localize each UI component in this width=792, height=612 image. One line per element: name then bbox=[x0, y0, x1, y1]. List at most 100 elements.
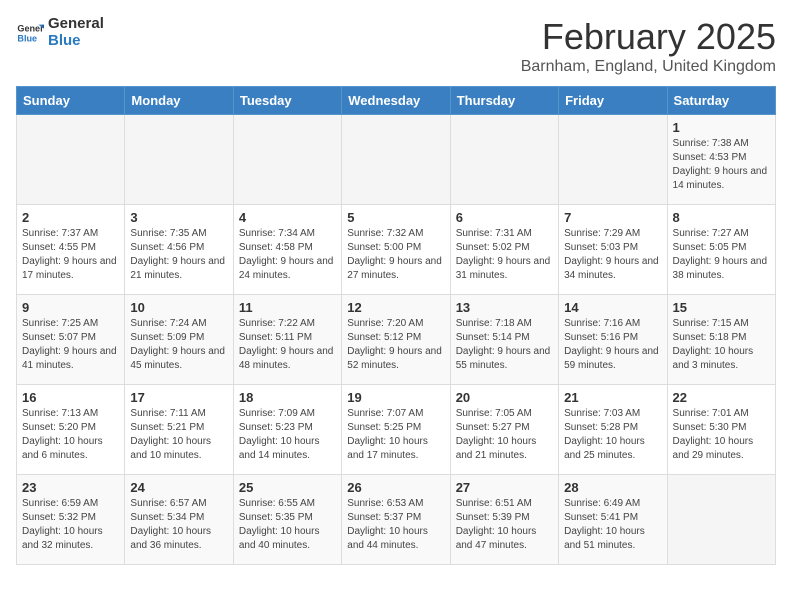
day-info: Sunrise: 7:13 AM Sunset: 5:20 PM Dayligh… bbox=[22, 407, 119, 463]
weekday-header-sunday: Sunday bbox=[17, 87, 125, 115]
page-header: General Blue General Blue February 2025 … bbox=[16, 16, 776, 76]
day-number: 16 bbox=[22, 390, 119, 405]
day-info: Sunrise: 7:09 AM Sunset: 5:23 PM Dayligh… bbox=[239, 407, 336, 463]
calendar-cell: 23 Sunrise: 6:59 AM Sunset: 5:32 PM Dayli… bbox=[17, 475, 125, 565]
day-info: Sunrise: 7:22 AM Sunset: 5:11 PM Dayligh… bbox=[239, 317, 336, 373]
day-info: Sunrise: 7:20 AM Sunset: 5:12 PM Dayligh… bbox=[347, 317, 444, 373]
weekday-header-monday: Monday bbox=[125, 87, 233, 115]
calendar-title: February 2025 bbox=[521, 16, 776, 58]
calendar-week-row: 2 Sunrise: 7:37 AM Sunset: 4:55 PM Daylig… bbox=[17, 205, 776, 295]
calendar-week-row: 16 Sunrise: 7:13 AM Sunset: 5:20 PM Dayli… bbox=[17, 385, 776, 475]
calendar-cell: 4 Sunrise: 7:34 AM Sunset: 4:58 PM Daylig… bbox=[233, 205, 341, 295]
day-number: 6 bbox=[456, 210, 553, 225]
day-number: 21 bbox=[564, 390, 661, 405]
calendar-cell: 20 Sunrise: 7:05 AM Sunset: 5:27 PM Dayli… bbox=[450, 385, 558, 475]
day-number: 23 bbox=[22, 480, 119, 495]
calendar-cell: 14 Sunrise: 7:16 AM Sunset: 5:16 PM Dayli… bbox=[559, 295, 667, 385]
day-info: Sunrise: 6:53 AM Sunset: 5:37 PM Dayligh… bbox=[347, 497, 444, 553]
day-number: 2 bbox=[22, 210, 119, 225]
day-info: Sunrise: 7:34 AM Sunset: 4:58 PM Dayligh… bbox=[239, 227, 336, 283]
day-info: Sunrise: 7:05 AM Sunset: 5:27 PM Dayligh… bbox=[456, 407, 553, 463]
day-number: 15 bbox=[673, 300, 770, 315]
day-number: 14 bbox=[564, 300, 661, 315]
day-info: Sunrise: 7:27 AM Sunset: 5:05 PM Dayligh… bbox=[673, 227, 770, 283]
calendar-cell: 22 Sunrise: 7:01 AM Sunset: 5:30 PM Dayli… bbox=[667, 385, 775, 475]
day-number: 1 bbox=[673, 120, 770, 135]
calendar-subtitle: Barnham, England, United Kingdom bbox=[521, 58, 776, 76]
day-number: 10 bbox=[130, 300, 227, 315]
calendar-cell: 19Sunrise: 7:07 AM Sunset: 5:25 PM Dayli… bbox=[342, 385, 450, 475]
calendar-cell: 15 Sunrise: 7:15 AM Sunset: 5:18 PM Dayli… bbox=[667, 295, 775, 385]
day-info: Sunrise: 6:55 AM Sunset: 5:35 PM Dayligh… bbox=[239, 497, 336, 553]
day-number: 11 bbox=[239, 300, 336, 315]
day-info: Sunrise: 7:32 AM Sunset: 5:00 PM Dayligh… bbox=[347, 227, 444, 283]
calendar-week-row: 1Sunrise: 7:38 AM Sunset: 4:53 PM Daylig… bbox=[17, 115, 776, 205]
day-number: 5 bbox=[347, 210, 444, 225]
day-info: Sunrise: 6:49 AM Sunset: 5:41 PM Dayligh… bbox=[564, 497, 661, 553]
day-info: Sunrise: 6:59 AM Sunset: 5:32 PM Dayligh… bbox=[22, 497, 119, 553]
calendar-cell: 27 Sunrise: 6:51 AM Sunset: 5:39 PM Dayli… bbox=[450, 475, 558, 565]
calendar-cell: 25 Sunrise: 6:55 AM Sunset: 5:35 PM Dayli… bbox=[233, 475, 341, 565]
day-number: 19 bbox=[347, 390, 444, 405]
calendar-cell: 11 Sunrise: 7:22 AM Sunset: 5:11 PM Dayli… bbox=[233, 295, 341, 385]
day-info: Sunrise: 7:03 AM Sunset: 5:28 PM Dayligh… bbox=[564, 407, 661, 463]
calendar-cell: 18 Sunrise: 7:09 AM Sunset: 5:23 PM Dayli… bbox=[233, 385, 341, 475]
calendar-cell: 6 Sunrise: 7:31 AM Sunset: 5:02 PM Daylig… bbox=[450, 205, 558, 295]
calendar-cell bbox=[342, 115, 450, 205]
day-number: 18 bbox=[239, 390, 336, 405]
day-number: 28 bbox=[564, 480, 661, 495]
calendar-cell bbox=[667, 475, 775, 565]
logo: General Blue General Blue bbox=[16, 16, 104, 49]
calendar-cell: 16 Sunrise: 7:13 AM Sunset: 5:20 PM Dayli… bbox=[17, 385, 125, 475]
day-info: Sunrise: 7:29 AM Sunset: 5:03 PM Dayligh… bbox=[564, 227, 661, 283]
day-info: Sunrise: 7:15 AM Sunset: 5:18 PM Dayligh… bbox=[673, 317, 770, 373]
day-number: 22 bbox=[673, 390, 770, 405]
day-info: Sunrise: 7:37 AM Sunset: 4:55 PM Dayligh… bbox=[22, 227, 119, 283]
weekday-header-saturday: Saturday bbox=[667, 87, 775, 115]
day-info: Sunrise: 7:25 AM Sunset: 5:07 PM Dayligh… bbox=[22, 317, 119, 373]
calendar-cell: 1Sunrise: 7:38 AM Sunset: 4:53 PM Daylig… bbox=[667, 115, 775, 205]
calendar-cell: 12 Sunrise: 7:20 AM Sunset: 5:12 PM Dayli… bbox=[342, 295, 450, 385]
calendar-week-row: 9 Sunrise: 7:25 AM Sunset: 5:07 PM Daylig… bbox=[17, 295, 776, 385]
calendar-cell: 13 Sunrise: 7:18 AM Sunset: 5:14 PM Dayli… bbox=[450, 295, 558, 385]
logo-general: General bbox=[48, 16, 104, 33]
calendar-cell bbox=[559, 115, 667, 205]
calendar-cell: 2 Sunrise: 7:37 AM Sunset: 4:55 PM Daylig… bbox=[17, 205, 125, 295]
weekday-header-wednesday: Wednesday bbox=[342, 87, 450, 115]
day-info: Sunrise: 7:35 AM Sunset: 4:56 PM Dayligh… bbox=[130, 227, 227, 283]
weekday-header-thursday: Thursday bbox=[450, 87, 558, 115]
day-number: 27 bbox=[456, 480, 553, 495]
day-info: Sunrise: 7:11 AM Sunset: 5:21 PM Dayligh… bbox=[130, 407, 227, 463]
day-info: Sunrise: 7:18 AM Sunset: 5:14 PM Dayligh… bbox=[456, 317, 553, 373]
day-number: 25 bbox=[239, 480, 336, 495]
weekday-header-tuesday: Tuesday bbox=[233, 87, 341, 115]
calendar-cell bbox=[450, 115, 558, 205]
logo-blue: Blue bbox=[48, 33, 104, 50]
day-number: 9 bbox=[22, 300, 119, 315]
calendar-cell: 24Sunrise: 6:57 AM Sunset: 5:34 PM Dayli… bbox=[125, 475, 233, 565]
day-number: 4 bbox=[239, 210, 336, 225]
day-number: 20 bbox=[456, 390, 553, 405]
day-number: 8 bbox=[673, 210, 770, 225]
day-number: 24 bbox=[130, 480, 227, 495]
calendar-week-row: 23 Sunrise: 6:59 AM Sunset: 5:32 PM Dayli… bbox=[17, 475, 776, 565]
calendar-cell bbox=[233, 115, 341, 205]
day-info: Sunrise: 7:31 AM Sunset: 5:02 PM Dayligh… bbox=[456, 227, 553, 283]
svg-text:Blue: Blue bbox=[17, 33, 37, 43]
calendar-cell: 3Sunrise: 7:35 AM Sunset: 4:56 PM Daylig… bbox=[125, 205, 233, 295]
day-info: Sunrise: 6:51 AM Sunset: 5:39 PM Dayligh… bbox=[456, 497, 553, 553]
calendar-cell: 26Sunrise: 6:53 AM Sunset: 5:37 PM Dayli… bbox=[342, 475, 450, 565]
calendar-cell: 8 Sunrise: 7:27 AM Sunset: 5:05 PM Daylig… bbox=[667, 205, 775, 295]
day-info: Sunrise: 7:16 AM Sunset: 5:16 PM Dayligh… bbox=[564, 317, 661, 373]
calendar-cell: 17Sunrise: 7:11 AM Sunset: 5:21 PM Dayli… bbox=[125, 385, 233, 475]
day-info: Sunrise: 7:01 AM Sunset: 5:30 PM Dayligh… bbox=[673, 407, 770, 463]
day-number: 12 bbox=[347, 300, 444, 315]
day-info: Sunrise: 7:24 AM Sunset: 5:09 PM Dayligh… bbox=[130, 317, 227, 373]
calendar-cell: 10 Sunrise: 7:24 AM Sunset: 5:09 PM Dayli… bbox=[125, 295, 233, 385]
calendar-cell: 28 Sunrise: 6:49 AM Sunset: 5:41 PM Dayli… bbox=[559, 475, 667, 565]
calendar-cell bbox=[125, 115, 233, 205]
logo-icon: General Blue bbox=[16, 19, 44, 47]
weekday-header-row: SundayMondayTuesdayWednesdayThursdayFrid… bbox=[17, 87, 776, 115]
calendar-cell bbox=[17, 115, 125, 205]
day-number: 13 bbox=[456, 300, 553, 315]
